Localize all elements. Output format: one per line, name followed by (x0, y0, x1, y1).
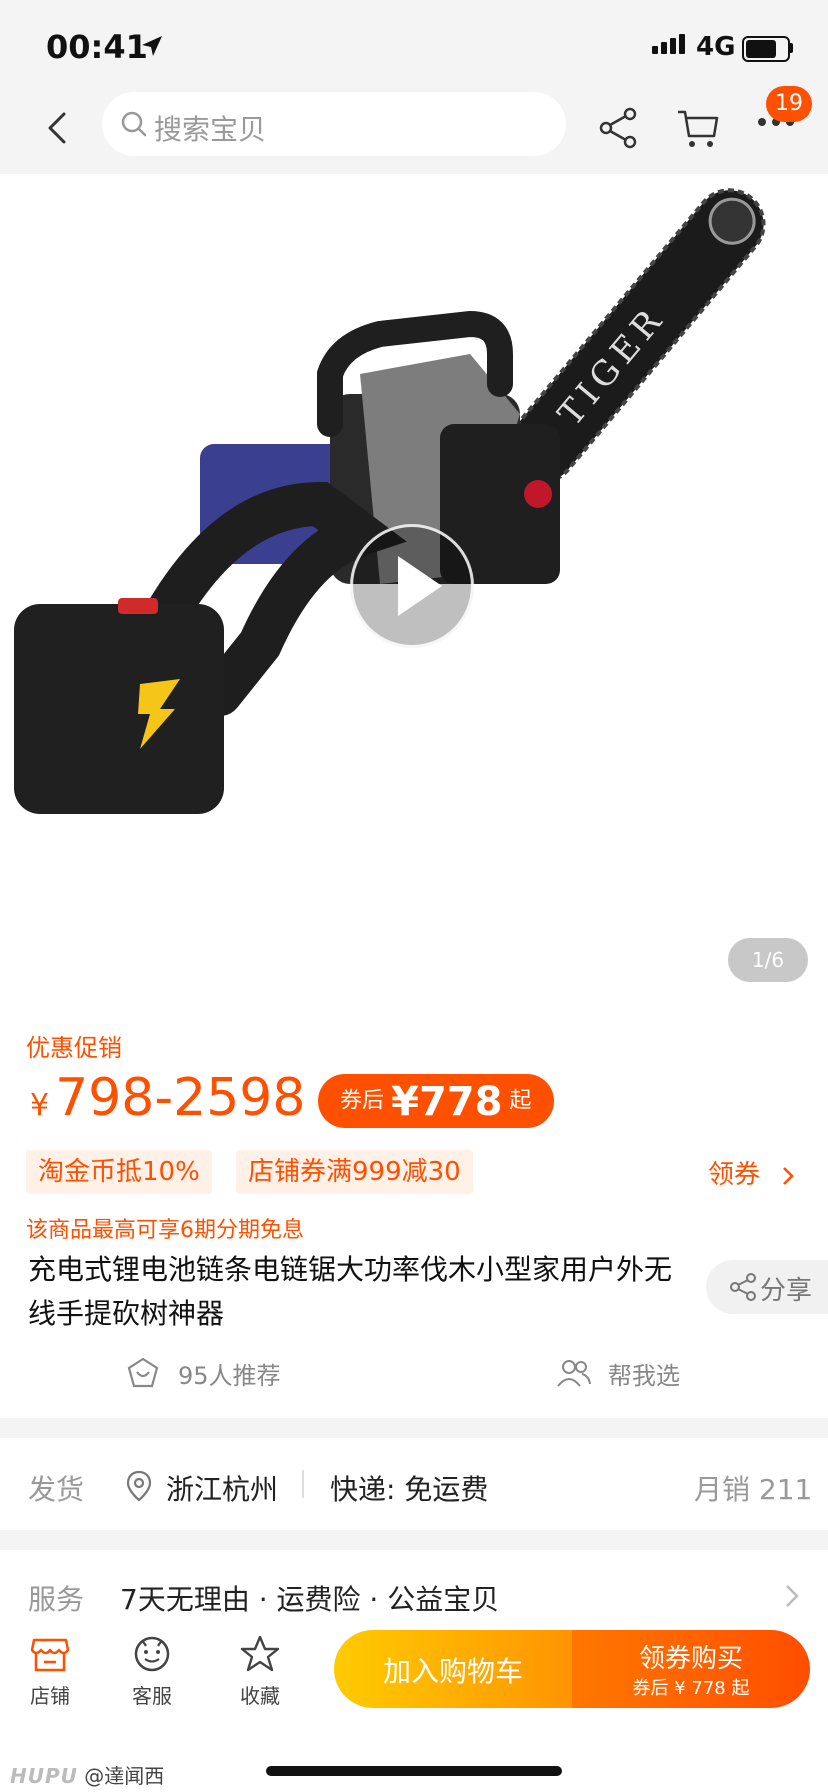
customer-service-icon[interactable] (132, 1634, 172, 1674)
coupon-suffix: 起 (509, 1088, 532, 1114)
signal-icon (652, 34, 688, 54)
share-icon[interactable] (596, 106, 640, 150)
location-pin-icon (126, 1470, 152, 1502)
shipping-label: 发货 (28, 1473, 85, 1506)
recommend-icon (127, 1357, 159, 1388)
product-title: 充电式锂电池链条电链锯大功率伐木小型家用户外无线手提砍树神器 (28, 1253, 673, 1330)
watermark: HUPU @達闻西 (10, 1760, 164, 1789)
chevron-right-icon (786, 1585, 799, 1607)
recommend-count[interactable]: 95人推荐 (178, 1356, 281, 1391)
chevron-right-icon (783, 1166, 795, 1185)
cart-icon[interactable] (676, 106, 720, 150)
image-pager: 1/6 (728, 938, 808, 982)
promo-tag-taojinbi[interactable]: 淘金币抵10% (26, 1150, 212, 1194)
watermark-user: @達闻西 (84, 1764, 165, 1788)
buy-main-label: 领券购买 (638, 1644, 743, 1674)
coupon-prefix: 券后 (340, 1088, 385, 1114)
promo-title: 优惠促销 (26, 1034, 122, 1062)
section-divider (0, 1418, 828, 1438)
search-icon (121, 111, 147, 137)
network-type: 4G (696, 32, 736, 62)
coupon-price-pill: 券后 ¥778 起 (318, 1074, 554, 1128)
price-range: ¥798-2598 (30, 1068, 305, 1128)
currency-symbol: ¥ (30, 1088, 50, 1123)
location-arrow-icon (142, 36, 162, 56)
installment-note: 该商品最高可享6期分期免息 (26, 1218, 304, 1243)
play-icon (398, 556, 442, 616)
home-indicator[interactable] (266, 1766, 562, 1776)
get-coupon-label: 领券 (708, 1160, 761, 1190)
get-coupon-link[interactable]: 领券 (708, 1154, 798, 1191)
people-icon (557, 1360, 591, 1387)
service-label: 服务 (28, 1583, 85, 1616)
watermark-brand: HUPU (10, 1764, 78, 1788)
status-time: 00:41 (46, 28, 148, 66)
monthly-sales: 月销 211 (694, 1473, 813, 1506)
star-icon[interactable] (240, 1634, 280, 1674)
tab-favorite[interactable]: 收藏 (220, 1680, 300, 1709)
price-value: 798-2598 (55, 1068, 306, 1128)
help-choose[interactable]: 帮我选 (608, 1356, 680, 1391)
promo-tag-store-coupon[interactable]: 店铺券满999减30 (236, 1150, 473, 1194)
section-divider (0, 1530, 828, 1550)
share-label: 分享 (760, 1276, 813, 1306)
tab-store[interactable]: 店铺 (10, 1680, 90, 1709)
tab-customer-service[interactable]: 客服 (112, 1680, 192, 1709)
search-placeholder: 搜索宝贝 (154, 113, 267, 146)
back-arrow-icon[interactable] (38, 108, 78, 148)
coupon-price: ¥778 (391, 1078, 503, 1125)
shipping-location: 浙江杭州 (166, 1473, 279, 1506)
store-icon[interactable] (30, 1636, 70, 1674)
cart-badge: 19 (766, 86, 812, 122)
service-items[interactable]: 7天无理由 · 运费险 · 公益宝贝 (120, 1578, 499, 1618)
share-small-icon (730, 1273, 756, 1301)
buy-sub-label: 券后 ¥ 778 起 (632, 1678, 750, 1699)
add-to-cart-label: 加入购物车 (382, 1655, 523, 1688)
shipping-express: 快递: 免运费 (330, 1473, 489, 1506)
